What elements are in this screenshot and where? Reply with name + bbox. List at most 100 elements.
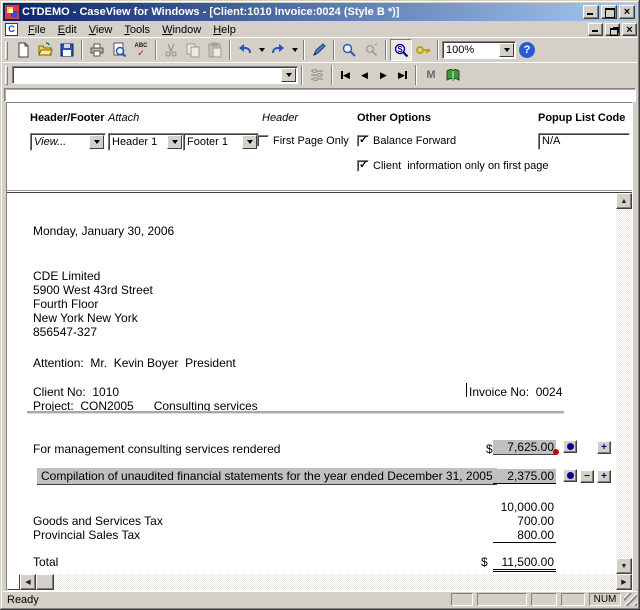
horizontal-scroll-thumb[interactable] (36, 574, 54, 590)
zoom-button[interactable] (338, 39, 360, 61)
attention-line: Attention: Mr. Kevin Boyer President (33, 356, 236, 370)
pane-split-box[interactable] (7, 574, 20, 590)
next-page-button[interactable]: ▶ (374, 65, 393, 85)
scroll-up-icon[interactable]: ▲ (616, 193, 632, 209)
protection-key-button[interactable] (412, 39, 434, 61)
first-page-only-checkbox-box[interactable] (257, 135, 269, 147)
balance-forward-checkbox-box[interactable] (357, 135, 369, 147)
balance-forward-checkbox[interactable]: Balance Forward (357, 135, 456, 147)
paste-button[interactable] (204, 39, 226, 61)
popup-list-code-input[interactable]: N/A (538, 133, 630, 150)
view-dropdown-icon[interactable] (89, 135, 104, 149)
line1-popup-button[interactable] (563, 440, 577, 453)
menu-window[interactable]: Window (156, 23, 207, 37)
horizontal-scroll-track[interactable] (54, 574, 616, 590)
zoom-small-button[interactable] (360, 39, 382, 61)
cut-button[interactable] (160, 39, 182, 61)
help-button[interactable] (516, 39, 538, 61)
last-page-button[interactable]: ▶ (393, 65, 412, 85)
toolbar-separator (229, 40, 231, 60)
section-zoom-button[interactable]: S (390, 39, 412, 61)
footer-dropdown-icon[interactable] (242, 135, 257, 149)
redo-dropdown-icon[interactable] (289, 39, 300, 61)
line2-amount-cell[interactable]: 2,375.00 (493, 469, 556, 484)
invoice-page[interactable]: Monday, January 30, 2006 CDE Limited 590… (7, 193, 616, 574)
footer-dropdown[interactable]: Footer 1 (183, 133, 259, 151)
mdi-minimize-icon[interactable] (588, 23, 603, 36)
first-page-only-label: First Page Only (273, 135, 349, 147)
pen-edit-button[interactable] (308, 39, 330, 61)
line2-remove-button[interactable]: − (580, 470, 594, 483)
print-preview-button[interactable] (108, 39, 130, 61)
toolbar-grip[interactable] (5, 66, 8, 85)
spell-check-button[interactable]: ABC (130, 39, 152, 61)
header-dropdown[interactable]: Header 1 (108, 133, 184, 151)
invoice-date: Monday, January 30, 2006 (33, 224, 174, 238)
undo-dropdown-icon[interactable] (256, 39, 267, 61)
header-dropdown-icon[interactable] (167, 135, 182, 149)
cell-reference-combobox[interactable] (12, 66, 298, 84)
marker-button[interactable]: M (420, 64, 442, 86)
browse-book-button[interactable] (442, 64, 464, 86)
view-dropdown[interactable]: View... (30, 133, 106, 151)
zoom-level-combobox[interactable]: 100% (442, 41, 516, 59)
toolbar-separator (331, 65, 333, 85)
line2-add-button[interactable]: + (597, 470, 611, 483)
gst-amount: 700.00 (493, 514, 556, 528)
menu-view[interactable]: View (83, 23, 119, 37)
new-document-button[interactable] (12, 39, 34, 61)
line1-add-button[interactable]: + (597, 441, 611, 454)
save-button[interactable] (56, 39, 78, 61)
header-footer-panel: Header/Footer Attach Header Other Option… (7, 103, 632, 191)
maximize-icon[interactable] (601, 5, 617, 19)
menu-file[interactable]: File (22, 23, 52, 37)
scroll-left-icon[interactable]: ◀ (20, 574, 36, 590)
menu-help[interactable]: Help (207, 23, 242, 37)
print-button[interactable] (86, 39, 108, 61)
zoom-dropdown-icon[interactable] (499, 43, 514, 57)
field-properties-button[interactable] (306, 64, 328, 86)
window-title: CTDEMO - CaseView for Windows - [Client:… (22, 6, 581, 18)
scroll-right-icon[interactable]: ▶ (616, 574, 632, 590)
svg-text:S: S (397, 45, 403, 54)
line2-popup-button[interactable] (563, 469, 577, 482)
toolbar-separator (303, 40, 305, 60)
address-line: CDE Limited (33, 269, 100, 283)
line1-amount-cell[interactable]: 7,625.00 (493, 440, 556, 455)
client-info-checkbox-box[interactable] (357, 160, 369, 172)
invoice-no: Invoice No: 0024 (469, 385, 562, 399)
undo-button[interactable] (234, 39, 256, 61)
client-info-checkbox[interactable]: Client information only on first page (357, 160, 548, 172)
zoom-level-value: 100% (443, 44, 499, 56)
toolbar-grip[interactable] (5, 41, 8, 60)
open-button[interactable] (34, 39, 56, 61)
mdi-restore-icon[interactable] (605, 23, 620, 36)
resize-grip[interactable] (624, 593, 637, 606)
toolbar-separator (81, 40, 83, 60)
mdi-close-icon[interactable] (622, 23, 637, 36)
first-page-only-checkbox[interactable]: First Page Only (257, 135, 349, 147)
menu-tools[interactable]: Tools (118, 23, 156, 37)
document-control-icon[interactable] (5, 23, 18, 36)
help-icon (519, 42, 535, 58)
popup-list-code-label: Popup List Code (538, 112, 625, 124)
address-line: 5900 West 43rd Street (33, 283, 153, 297)
scroll-down-icon[interactable]: ▼ (616, 558, 632, 574)
status-panel (561, 593, 585, 606)
app-icon (5, 5, 19, 19)
redo-button[interactable] (267, 39, 289, 61)
minimize-icon[interactable] (583, 5, 599, 19)
menu-edit[interactable]: Edit (52, 23, 83, 37)
status-panel (477, 593, 527, 606)
header-dropdown-value: Header 1 (109, 136, 167, 148)
copy-button[interactable] (182, 39, 204, 61)
horizontal-scrollbar[interactable]: ◀ ▶ (7, 574, 632, 590)
first-page-button[interactable]: ◀ (336, 65, 355, 85)
vertical-scrollbar[interactable]: ▲ ▼ (616, 193, 632, 574)
title-bar: CTDEMO - CaseView for Windows - [Client:… (3, 3, 637, 21)
close-icon[interactable] (619, 5, 635, 19)
line2-description-cell[interactable]: Compilation of unaudited financial state… (37, 468, 497, 485)
formula-edit-bar[interactable] (4, 88, 636, 102)
cell-reference-dropdown-icon[interactable] (281, 68, 296, 82)
previous-page-button[interactable]: ◀ (355, 65, 374, 85)
